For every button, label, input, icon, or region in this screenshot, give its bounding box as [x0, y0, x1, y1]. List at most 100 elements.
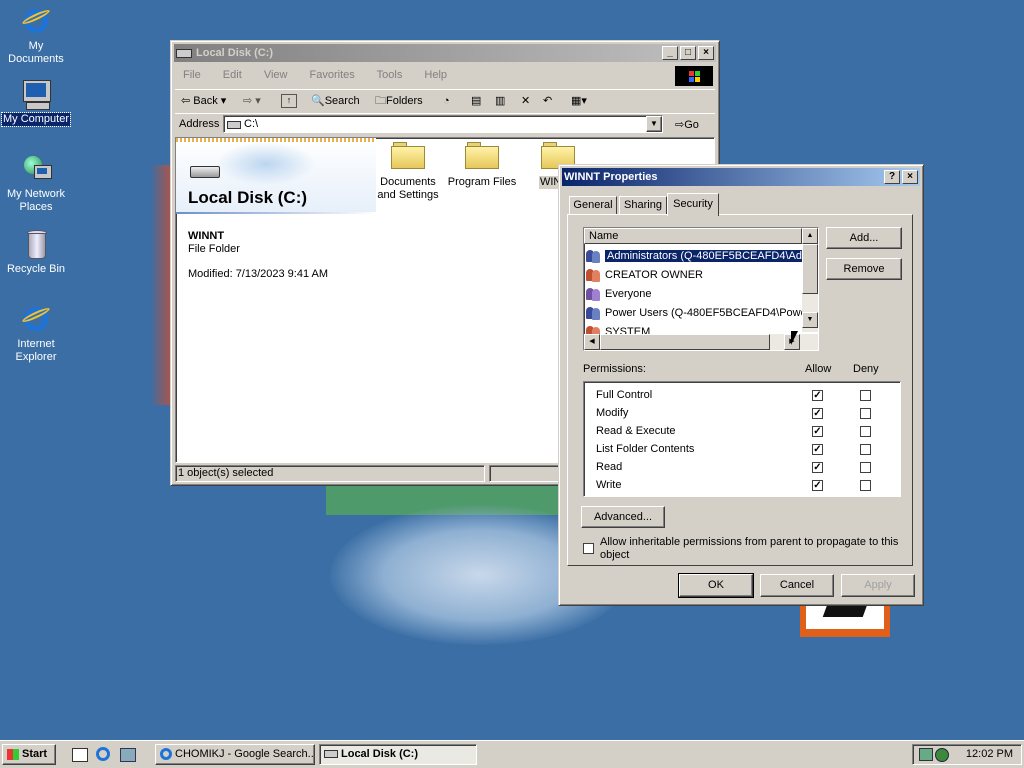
vertical-scrollbar[interactable]: ▲ ▼ [802, 228, 818, 332]
move-to-icon[interactable]: ▤ [471, 90, 481, 112]
taskbar-item-google-search[interactable]: CHOMIKJ - Google Search... [155, 744, 315, 765]
close-button[interactable]: × [698, 46, 714, 60]
h-scroll-thumb[interactable] [600, 334, 770, 350]
user-list-item[interactable]: Everyone [586, 285, 802, 304]
desktop-icon-my-documents[interactable]: My Documents [0, 5, 72, 66]
menu-file[interactable]: File [183, 69, 201, 81]
windows-logo-icon [675, 66, 713, 86]
deny-checkbox[interactable] [860, 480, 871, 491]
allow-checkbox[interactable]: ✓ [812, 408, 823, 419]
delete-icon[interactable]: ✕ [521, 90, 530, 112]
remove-button[interactable]: Remove [826, 258, 902, 280]
ok-button[interactable]: OK [678, 573, 754, 598]
allow-checkbox[interactable]: ✓ [812, 390, 823, 401]
advanced-button[interactable]: Advanced... [581, 506, 665, 528]
allow-checkbox[interactable]: ✓ [812, 444, 823, 455]
start-button[interactable]: Start [2, 744, 56, 765]
desktop-icon-recycle-bin[interactable]: Recycle Bin [0, 228, 72, 276]
outlook-express-icon[interactable] [120, 748, 136, 762]
internet-explorer-icon [20, 303, 52, 335]
inherit-permissions-checkbox[interactable] [583, 543, 594, 554]
apply-button[interactable]: Apply [841, 574, 915, 597]
folder-item-documents[interactable]: Documents and Settings [372, 142, 444, 202]
permission-row: Write ✓ [584, 478, 900, 496]
up-folder-icon[interactable]: ↑ [281, 94, 297, 108]
explorer-titlebar[interactable]: Local Disk (C:) _ □ × [174, 44, 716, 62]
maximize-button[interactable]: □ [680, 46, 696, 60]
desktop-icon-my-network-places[interactable]: My Network Places [0, 153, 72, 214]
internet-explorer-icon [160, 748, 172, 761]
permission-name: Full Control [596, 389, 653, 401]
deny-checkbox[interactable] [860, 426, 871, 437]
copy-to-icon[interactable]: ▥ [495, 90, 505, 112]
forward-button[interactable]: ⇨ ▾ [243, 90, 261, 112]
desktop-icon-my-computer[interactable]: My Computer [0, 78, 72, 127]
allow-checkbox[interactable]: ✓ [812, 426, 823, 437]
close-button[interactable]: × [902, 170, 918, 184]
undo-icon[interactable]: ↶ [543, 90, 552, 112]
deny-checkbox[interactable] [860, 390, 871, 401]
drive-icon [324, 750, 338, 759]
user-list[interactable]: Name Administrators (Q-480EF5BCEAFD4\Adm… [583, 227, 819, 351]
horizontal-scrollbar[interactable]: ◀ ▶ [584, 334, 818, 350]
properties-dialog[interactable]: WINNT Properties ? × General Sharing Sec… [558, 164, 924, 606]
help-button[interactable]: ? [884, 170, 900, 184]
add-button[interactable]: Add... [826, 227, 902, 249]
tab-sharing[interactable]: Sharing [619, 196, 667, 215]
deny-checkbox[interactable] [860, 408, 871, 419]
desktop-icon-internet-explorer[interactable]: Internet Explorer [0, 303, 72, 364]
tab-security[interactable]: Security [667, 193, 719, 216]
dialog-titlebar[interactable]: WINNT Properties ? × [562, 168, 920, 186]
volume-tray-icon[interactable] [935, 748, 949, 762]
menu-help[interactable]: Help [424, 69, 447, 81]
folder-icon [391, 142, 425, 169]
panel-title: Local Disk (C:) [188, 188, 308, 207]
deny-checkbox[interactable] [860, 444, 871, 455]
permission-row: Full Control ✓ [584, 388, 900, 406]
back-button[interactable]: ⇦ Back ▾ [181, 90, 226, 112]
selected-item-name: WINNT [188, 230, 225, 242]
clock[interactable]: 12:02 PM [966, 748, 1013, 760]
menu-edit[interactable]: Edit [223, 69, 242, 81]
scroll-left-button[interactable]: ◀ [584, 334, 600, 350]
desktop-icon-label: My Computer [0, 112, 72, 127]
allow-column-label: Allow [805, 363, 832, 375]
scroll-down-button[interactable]: ▼ [802, 312, 818, 328]
user-rows: Administrators (Q-480EF5BCEAFD4\Admi CREA… [586, 247, 802, 342]
user-name: CREATOR OWNER [605, 269, 703, 281]
menu-favorites[interactable]: Favorites [310, 69, 355, 81]
allow-checkbox[interactable]: ✓ [812, 480, 823, 491]
user-list-item[interactable]: Administrators (Q-480EF5BCEAFD4\Admi [586, 247, 802, 266]
permission-name: Write [596, 479, 622, 491]
tab-general[interactable]: General [569, 196, 617, 215]
deny-checkbox[interactable] [860, 462, 871, 473]
name-column-header[interactable]: Name [584, 228, 802, 244]
folder-item-program-files[interactable]: Program Files [446, 142, 518, 189]
address-input[interactable]: C:\ ▼ [223, 115, 663, 133]
cancel-button[interactable]: Cancel [760, 574, 834, 597]
search-button[interactable]: 🔍Search [311, 90, 360, 112]
user-list-item[interactable]: CREATOR OWNER [586, 266, 802, 285]
show-desktop-icon[interactable] [72, 748, 88, 762]
taskbar-item-local-disk[interactable]: Local Disk (C:) [319, 744, 477, 765]
minimize-button[interactable]: _ [662, 46, 678, 60]
views-icon[interactable]: ▦▾ [571, 90, 587, 112]
address-value: C:\ [244, 118, 259, 130]
permission-name: Read [596, 461, 623, 473]
allow-checkbox[interactable]: ✓ [812, 462, 823, 473]
address-dropdown-button[interactable]: ▼ [646, 116, 662, 132]
internet-explorer-icon[interactable] [96, 747, 110, 761]
permission-name: Read & Execute [596, 425, 676, 437]
toolbar: ⇦ Back ▾ ⇨ ▾ ↑ 🔍Search 🗀Folders ◔ ▤ ▥ ✕ … [175, 89, 715, 112]
history-icon[interactable]: ◔ [443, 90, 450, 112]
scroll-up-button[interactable]: ▲ [802, 228, 818, 244]
folders-button[interactable]: 🗀Folders [375, 90, 423, 112]
quick-launch [66, 747, 146, 763]
scroll-thumb[interactable] [802, 244, 818, 294]
menu-view[interactable]: View [264, 69, 288, 81]
go-button[interactable]: ⇨Go [675, 118, 699, 131]
network-tray-icon[interactable] [919, 748, 933, 761]
menu-tools[interactable]: Tools [377, 69, 403, 81]
selected-item-type: File Folder [188, 243, 240, 255]
user-list-item[interactable]: Power Users (Q-480EF5BCEAFD4\Powe [586, 304, 802, 323]
